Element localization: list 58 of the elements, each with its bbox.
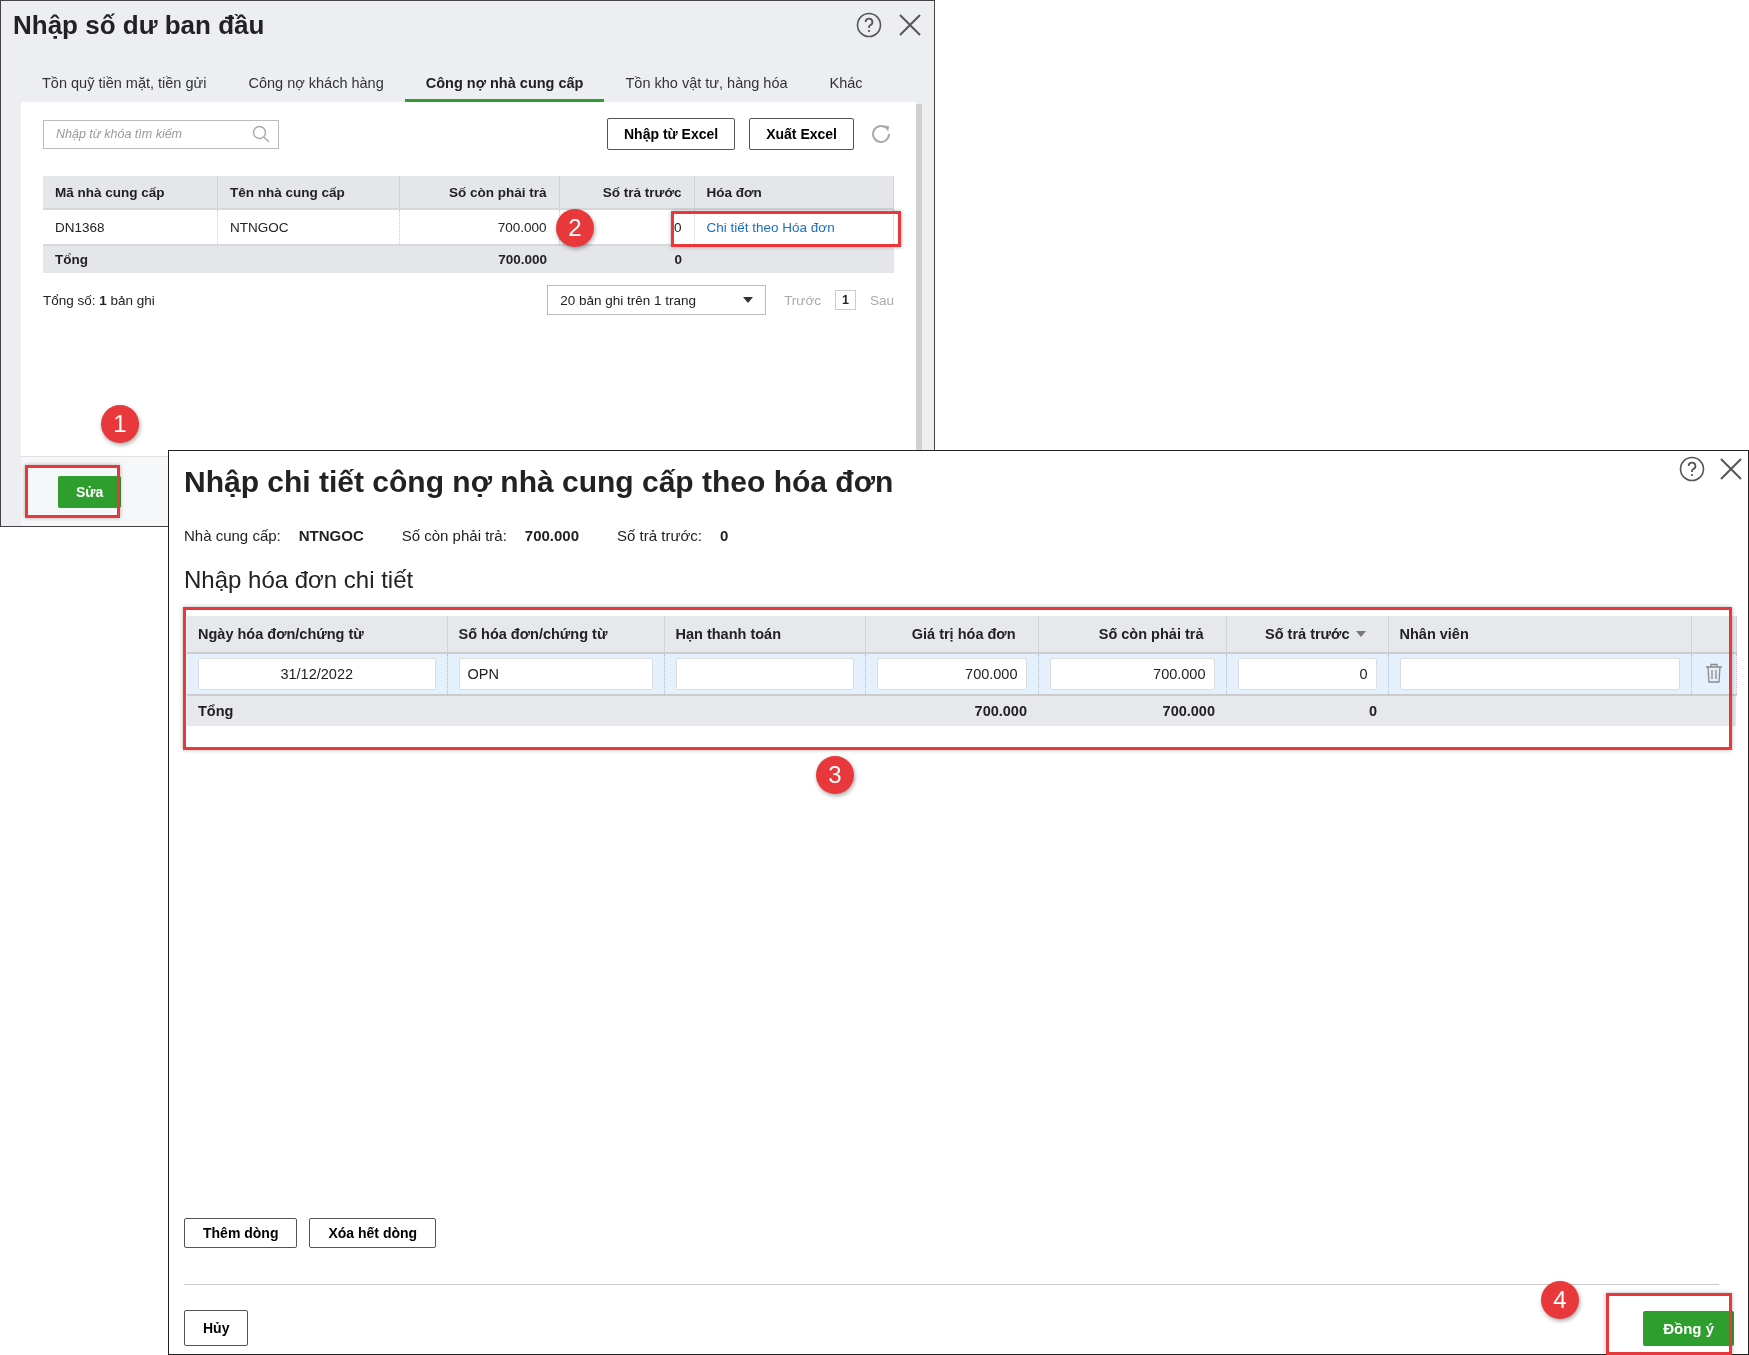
row-action-button[interactable]: Xóa hết dòng bbox=[309, 1218, 437, 1248]
search-icon[interactable] bbox=[252, 125, 270, 143]
close-icon[interactable] bbox=[898, 13, 922, 37]
total-cell: 700.000 bbox=[865, 695, 1038, 726]
table-input[interactable]: OPN bbox=[458, 658, 653, 690]
table-input[interactable]: 700.000 bbox=[876, 658, 1027, 690]
column-header: Tên nhà cung cấp bbox=[217, 176, 400, 209]
row-action-button[interactable]: Thêm dòng bbox=[184, 1218, 298, 1248]
tab[interactable]: Tồn quỹ tiền mặt, tiền gửi bbox=[21, 66, 228, 102]
table-input[interactable]: 31/12/2022 bbox=[198, 658, 436, 690]
column-header: Ngày hóa đơn/chứng từ bbox=[187, 616, 447, 653]
info-label: Số trả trước: bbox=[617, 527, 702, 544]
help-icon[interactable] bbox=[856, 12, 882, 38]
table-input[interactable]: 0 bbox=[1237, 658, 1377, 690]
column-header: Số trả trước bbox=[559, 176, 694, 209]
column-header: Số hóa đơn/chứng từ bbox=[447, 616, 664, 653]
toolbar-button[interactable]: Nhập từ Excel bbox=[607, 118, 736, 150]
table-input[interactable]: 700.000 bbox=[1049, 658, 1215, 690]
column-header: Số trả trước bbox=[1226, 616, 1388, 653]
search-field[interactable]: Nhập từ khóa tìm kiếm bbox=[43, 119, 279, 149]
total-cell: 700.000 bbox=[1038, 695, 1226, 726]
total-label: Tổng bbox=[43, 245, 218, 273]
column-header: Mã nhà cung cấp bbox=[43, 176, 218, 209]
page-number[interactable]: 1 bbox=[835, 290, 856, 310]
column-header: Hóa đơn bbox=[694, 176, 894, 209]
total-cell: 0 bbox=[1226, 695, 1388, 726]
info-label: Số còn phải trả: bbox=[401, 527, 507, 544]
info-value: NTNGOC bbox=[298, 527, 364, 544]
trash-icon[interactable] bbox=[1704, 662, 1723, 683]
sort-icon[interactable] bbox=[1355, 631, 1366, 637]
column-header: Nhân viên bbox=[1388, 616, 1691, 653]
page-size-dropdown[interactable]: 20 bản ghi trên 1 trang bbox=[547, 285, 767, 315]
column-header: Giá trị hóa đơn bbox=[865, 616, 1038, 653]
total-label: Tổng bbox=[187, 695, 447, 726]
info-value: 700.000 bbox=[524, 527, 580, 544]
section-title: Nhập hóa đơn chi tiết bbox=[184, 566, 415, 594]
tab[interactable]: Tồn kho vật tư, hàng hóa bbox=[604, 66, 809, 102]
cancel-button[interactable]: Hủy bbox=[184, 1310, 249, 1346]
caret-icon bbox=[743, 297, 754, 303]
dialog-title: Nhập số dư ban đầu bbox=[13, 9, 266, 41]
table-input[interactable] bbox=[675, 658, 854, 690]
close-icon[interactable] bbox=[1719, 457, 1743, 481]
info-value: 0 bbox=[719, 527, 729, 544]
column-header: Số còn phải trả bbox=[1038, 616, 1226, 653]
table-input[interactable] bbox=[1399, 658, 1680, 690]
info-label: Nhà cung cấp: bbox=[184, 527, 281, 544]
invoice-link[interactable]: Chi tiết theo Hóa đơn bbox=[706, 219, 835, 235]
record-count: Tổng số: 1 bản ghi bbox=[43, 292, 156, 308]
scrollbar[interactable] bbox=[916, 104, 922, 450]
column-header: Số còn phải trả bbox=[399, 176, 560, 209]
total-cell: 0 bbox=[559, 245, 694, 273]
toolbar-button[interactable]: Xuất Excel bbox=[749, 118, 854, 150]
total-cell: 700.000 bbox=[399, 245, 560, 273]
column-header: Hạn thanh toán bbox=[664, 616, 865, 653]
tab[interactable]: Khác bbox=[808, 66, 884, 102]
dialog-title: Nhập chi tiết công nợ nhà cung cấp theo hóa đơn bbox=[184, 465, 894, 499]
help-icon[interactable] bbox=[1679, 456, 1705, 482]
tab[interactable]: Công nợ khách hàng bbox=[227, 66, 405, 102]
